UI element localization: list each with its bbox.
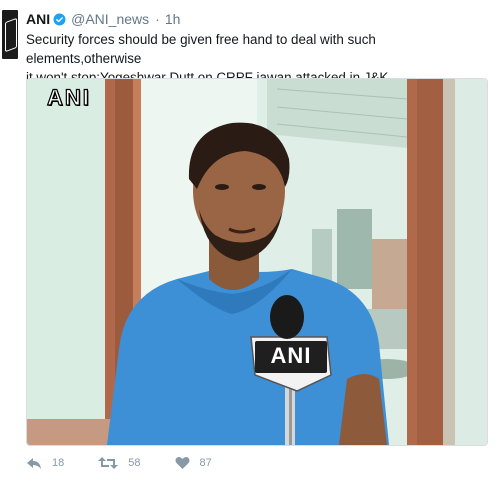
timestamp[interactable]: 1h xyxy=(165,11,181,27)
retweet-icon xyxy=(98,457,119,469)
reply-count: 18 xyxy=(52,457,65,469)
like-count: 87 xyxy=(199,457,212,469)
tweet-header: ANI @ANI_news · 1h xyxy=(26,10,180,28)
like-button[interactable]: 87 xyxy=(175,456,212,470)
mic-logo-label: ANI xyxy=(270,343,312,368)
author-handle[interactable]: @ANI_news xyxy=(71,11,149,27)
tweet-actions: 18 58 87 xyxy=(26,452,246,474)
reply-icon xyxy=(27,458,41,469)
reply-button[interactable]: 18 xyxy=(26,456,64,470)
retweet-button[interactable]: 58 xyxy=(98,456,141,470)
verified-badge-icon xyxy=(53,13,66,25)
retweet-count: 58 xyxy=(128,457,141,469)
tweet-media[interactable]: ANI ANI xyxy=(26,78,488,446)
ani-logo-mark xyxy=(5,17,17,53)
tweet-text-line-1: Security forces should be given free han… xyxy=(26,32,376,66)
video-still xyxy=(27,79,487,445)
avatar[interactable] xyxy=(2,10,18,59)
ani-watermark: ANI xyxy=(46,84,91,110)
separator: · xyxy=(155,11,160,27)
heart-icon xyxy=(175,457,189,469)
author-name[interactable]: ANI xyxy=(26,11,50,27)
